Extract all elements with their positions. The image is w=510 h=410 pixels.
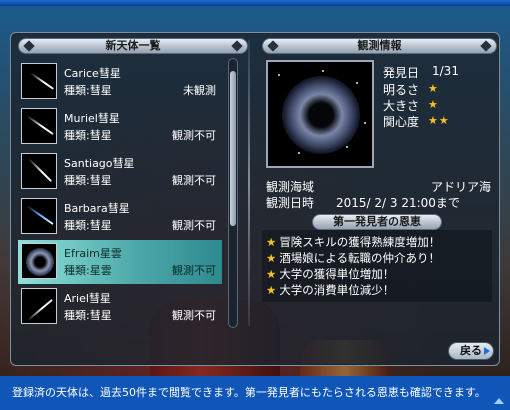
diamond-ornament-icon — [23, 40, 35, 52]
new-celestial-list-title: 新天体一覧 — [105, 39, 161, 52]
discovery-value: 1/31 — [432, 64, 459, 78]
item-status: 観測不可 — [172, 174, 216, 187]
scroll-thumb[interactable] — [230, 71, 236, 226]
item-name: Barbara彗星 — [64, 202, 130, 215]
diamond-ornament-icon — [231, 40, 243, 52]
list-item[interactable]: Santiago彗星 種類:彗星 観測不可 — [18, 150, 222, 194]
corner-triangle-icon — [494, 398, 504, 404]
diamond-ornament-icon — [480, 40, 492, 52]
item-type: 種類:彗星 — [64, 309, 112, 322]
observation-info-header: 観測情報 — [262, 38, 497, 54]
celestial-list: Carice彗星 種類:彗星 未観測 Muriel彗星 種類:彗星 観測不可 S… — [18, 58, 226, 328]
panel-divider — [248, 40, 250, 326]
bonus-text: 酒場娘による転職の仲介あり！ — [279, 251, 440, 265]
arrow-right-icon — [484, 347, 490, 355]
item-name: Muriel彗星 — [64, 112, 120, 125]
bonus-text: 冒険スキルの獲得熟練度増加！ — [279, 235, 441, 249]
item-status: 観測不可 — [172, 264, 216, 277]
star-icon: ★ — [266, 235, 277, 249]
star-icon: ★ — [266, 283, 277, 297]
first-discoverer-bonus-title: 第一発見者の恩恵 — [333, 215, 421, 228]
bonus-item: ★ 大学の獲得単位増加！ — [266, 266, 394, 282]
comet-thumbnail-icon — [21, 288, 57, 324]
item-type: 種類:彗星 — [64, 129, 112, 142]
comet-thumbnail-icon — [21, 108, 57, 144]
item-status: 観測不可 — [172, 129, 216, 142]
item-name: Efraim星雲 — [64, 247, 122, 260]
nebula-icon — [282, 76, 360, 154]
observation-info-title: 観測情報 — [357, 39, 402, 52]
diamond-ornament-icon — [267, 40, 279, 52]
star-icon: ★ — [266, 267, 277, 281]
discovery-label: 発見日 — [383, 66, 420, 80]
size-label: 大きさ — [383, 99, 420, 113]
nebula-image — [266, 60, 374, 168]
datetime-value: 2015/ 2/ 3 21:00まで — [336, 196, 460, 210]
comet-thumbnail-icon — [21, 153, 57, 189]
nebula-thumbnail-icon — [21, 243, 57, 279]
item-type: 種類:彗星 — [64, 84, 112, 97]
list-item[interactable]: Carice彗星 種類:彗星 未観測 — [18, 60, 222, 104]
window-frame-top — [0, 0, 510, 6]
brightness-label: 明るさ — [383, 83, 420, 97]
item-status: 観測不可 — [172, 219, 216, 232]
list-item[interactable]: Ariel彗星 種類:彗星 観測不可 — [18, 285, 222, 328]
first-discoverer-bonus-header: 第一発見者の恩恵 — [312, 214, 442, 230]
list-item[interactable]: Barbara彗星 種類:彗星 観測不可 — [18, 195, 222, 239]
item-status: 観測不可 — [172, 309, 216, 322]
item-name: Carice彗星 — [64, 67, 121, 80]
list-item[interactable]: Muriel彗星 種類:彗星 観測不可 — [18, 105, 222, 149]
brightness-star-icon: ★ — [428, 82, 439, 95]
new-celestial-list-header: 新天体一覧 — [18, 38, 248, 54]
interest-star-icon: ★★ — [428, 114, 450, 127]
list-scrollbar[interactable] — [228, 58, 238, 328]
back-button[interactable]: 戻る — [448, 342, 494, 360]
item-type: 種類:彗星 — [64, 219, 112, 232]
bonus-item: ★ 大学の消費単位減少！ — [266, 282, 394, 298]
bonus-text: 大学の消費単位減少！ — [279, 283, 395, 297]
bonus-item: ★ 酒場娘による転職の仲介あり！ — [266, 250, 440, 266]
sea-label: 観測海域 — [266, 180, 315, 194]
datetime-label: 観測日時 — [266, 196, 315, 210]
bonus-text: 大学の獲得単位増加！ — [279, 267, 395, 281]
help-status-bar: 登録済の天体は、過去50件まで閲覧できます。第一発見者にもたらされる恩恵も確認で… — [0, 376, 510, 410]
comet-thumbnail-icon — [21, 63, 57, 99]
sea-value: アドリア海 — [431, 180, 492, 194]
bonus-item: ★ 冒険スキルの獲得熟練度増加！ — [266, 234, 440, 250]
comet-thumbnail-icon — [21, 198, 57, 234]
item-type: 種類:彗星 — [64, 174, 112, 187]
item-type: 種類:星雲 — [64, 264, 112, 277]
star-icon: ★ — [266, 251, 277, 265]
size-star-icon: ★ — [428, 98, 439, 111]
back-button-label: 戻る — [460, 344, 482, 357]
item-name: Santiago彗星 — [64, 157, 135, 170]
item-status: 未観測 — [183, 84, 216, 97]
list-item-selected[interactable]: Efraim星雲 種類:星雲 観測不可 — [18, 240, 222, 284]
help-text: 登録済の天体は、過去50件まで閲覧できます。第一発見者にもたらされる恩恵も確認で… — [12, 386, 486, 399]
item-name: Ariel彗星 — [64, 292, 111, 305]
interest-label: 関心度 — [383, 115, 420, 129]
